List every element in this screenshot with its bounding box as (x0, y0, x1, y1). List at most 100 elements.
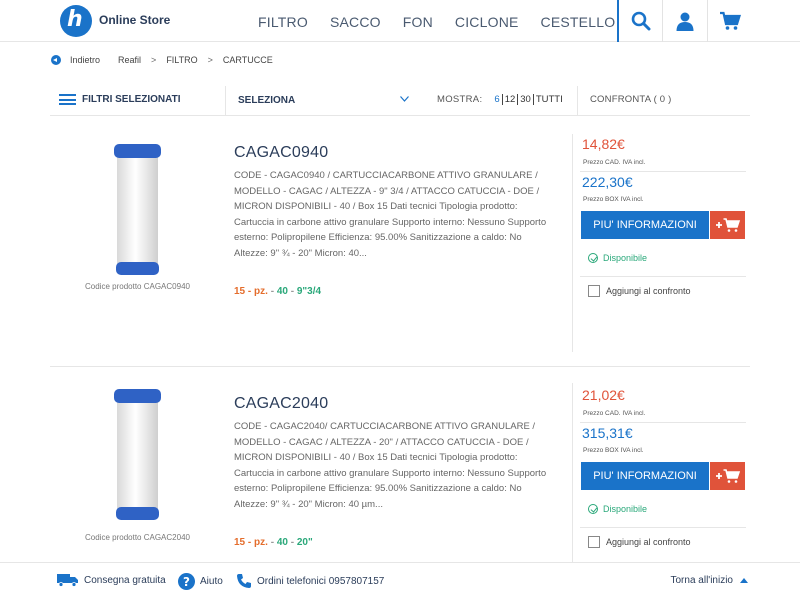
checkbox[interactable] (588, 536, 600, 548)
meta-micron: 40 (276, 286, 288, 297)
add-cart-icon (715, 469, 740, 483)
product-card: Codice prodotto CAGAC0940 CAGAC0940 CODE… (50, 130, 750, 365)
check-circle-icon (588, 253, 598, 263)
svg-text:?: ? (183, 575, 190, 589)
meta-separator: - (270, 537, 275, 548)
divider (225, 86, 226, 116)
add-to-cart-button[interactable] (710, 211, 745, 239)
product-title[interactable]: CAGAC2040 (234, 395, 328, 413)
free-shipping[interactable]: Consegna gratuita (57, 573, 166, 587)
breadcrumb-separator: > (151, 55, 157, 65)
account-button[interactable] (662, 0, 707, 42)
divider (580, 171, 746, 172)
main-nav: FILTRO SACCO FON CICLONE CESTELLO (258, 14, 637, 30)
back-arrow-icon[interactable] (51, 55, 61, 65)
caret-up-icon (740, 578, 748, 583)
show-option-30[interactable]: 30 (517, 94, 533, 105)
divider (580, 276, 746, 277)
sort-select[interactable]: SELEZIONA (238, 95, 408, 106)
nav-fon[interactable]: FON (403, 14, 433, 30)
product-description: CODE - CAGAC2040/ CARTUCCIACARBONE ATTIV… (234, 421, 547, 510)
price-unit-note: Prezzo CAD. IVA incl. (583, 410, 646, 417)
logo-letter: h (67, 7, 83, 32)
divider (580, 527, 746, 528)
product-code-label: Codice prodotto CAGAC2040 (85, 533, 190, 542)
store-name: Online Store (99, 13, 171, 27)
shipping-text: Consegna gratuita (84, 574, 166, 586)
cart-button[interactable] (707, 0, 752, 42)
product-title[interactable]: CAGAC0940 (234, 144, 328, 162)
product-description: CODE - CAGAC0940 / CARTUCCIACARBONE ATTI… (234, 170, 547, 259)
breadcrumb: Indietro Reafil > FILTRO > CARTUCCE (51, 55, 283, 65)
filters-label: FILTRI SELEZIONATI (82, 94, 181, 105)
compare-checkbox[interactable]: Aggiungi al confronto (588, 536, 691, 548)
meta-micron: 40 (276, 537, 288, 548)
show-option-all[interactable]: TUTTI (532, 94, 565, 105)
meta-qty: 15 - pz. (234, 537, 268, 548)
filters-toggle[interactable]: FILTRI SELEZIONATI (59, 94, 181, 105)
product-image[interactable] (110, 142, 165, 277)
meta-height: 20" (296, 537, 313, 548)
breadcrumb-cartucce: CARTUCCE (222, 55, 273, 65)
breadcrumb-reafil[interactable]: Reafil (118, 55, 141, 65)
nav-filtro[interactable]: FILTRO (258, 14, 308, 30)
chevron-down-icon (400, 96, 409, 102)
divider (580, 422, 746, 423)
more-info-button[interactable]: PIU' INFORMAZIONI (581, 462, 709, 490)
meta-separator: - (270, 286, 275, 297)
nav-cestello[interactable]: CESTELLO (541, 14, 616, 30)
show-option-6[interactable]: 6 (492, 94, 501, 105)
price-box-note: Prezzo BOX IVA incl. (583, 196, 644, 203)
meta-separator: - (290, 286, 295, 297)
price-box-note: Prezzo BOX IVA incl. (583, 447, 644, 454)
search-button[interactable] (617, 0, 662, 42)
logo[interactable]: h (60, 5, 92, 37)
availability: Disponibile (588, 253, 647, 263)
breadcrumb-back[interactable]: Indietro (70, 55, 100, 65)
price-unit: 21,02€ (582, 387, 625, 403)
compare-link[interactable]: CONFRONTA ( 0 ) (590, 94, 671, 105)
filter-bar: FILTRI SELEZIONATI SELEZIONA MOSTRA: 6 1… (50, 86, 750, 116)
show-per-page: MOSTRA: 6 12 30 TUTTI (437, 94, 565, 105)
cart-icon (720, 11, 741, 30)
back-to-top-text: Torna all'inizio (670, 575, 734, 586)
menu-icon (59, 94, 76, 105)
product-image[interactable] (110, 387, 165, 522)
availability-text: Disponibile (603, 504, 648, 514)
availability-text: Disponibile (603, 253, 648, 263)
header-actions (617, 0, 752, 42)
price-box: 315,31€ (582, 425, 633, 441)
compare-checkbox[interactable]: Aggiungi al confronto (588, 285, 691, 297)
sticky-footer: Consegna gratuita ? Aiuto Ordini telefon… (0, 562, 800, 600)
price-box: 222,30€ (582, 174, 633, 190)
show-label: MOSTRA: (437, 94, 483, 105)
phone-text: Ordini telefonici 0957807157 (257, 575, 385, 587)
site-header: h Online Store FILTRO SACCO FON CICLONE … (0, 0, 800, 42)
breadcrumb-filtro[interactable]: FILTRO (166, 55, 197, 65)
add-cart-icon (715, 218, 740, 232)
nav-ciclone[interactable]: CICLONE (455, 14, 519, 30)
price-unit: 14,82€ (582, 136, 625, 152)
meta-height: 9"3/4 (296, 286, 322, 297)
help-link[interactable]: ? Aiuto (178, 573, 223, 590)
more-info-button[interactable]: PIU' INFORMAZIONI (581, 211, 709, 239)
phone-orders[interactable]: Ordini telefonici 0957807157 (236, 573, 384, 589)
nav-sacco[interactable]: SACCO (330, 14, 381, 30)
show-option-12[interactable]: 12 (501, 94, 518, 105)
divider (572, 134, 573, 352)
compare-label: Aggiungi al confronto (606, 286, 691, 296)
product-meta: 15 - pz. - 40 - 9"3/4 (234, 286, 321, 297)
product-meta: 15 - pz. - 40 - 20" (234, 537, 313, 548)
breadcrumb-separator: > (207, 55, 213, 65)
checkbox[interactable] (588, 285, 600, 297)
price-unit-note: Prezzo CAD. IVA incl. (583, 159, 646, 166)
meta-qty: 15 - pz. (234, 286, 268, 297)
phone-icon (237, 574, 251, 588)
product-code-label: Codice prodotto CAGAC0940 (85, 282, 190, 291)
help-icon: ? (178, 573, 195, 590)
truck-icon (57, 574, 78, 587)
add-to-cart-button[interactable] (710, 462, 745, 490)
help-text: Aiuto (200, 576, 223, 587)
user-icon (676, 12, 694, 31)
back-to-top[interactable]: Torna all'inizio (670, 575, 748, 586)
